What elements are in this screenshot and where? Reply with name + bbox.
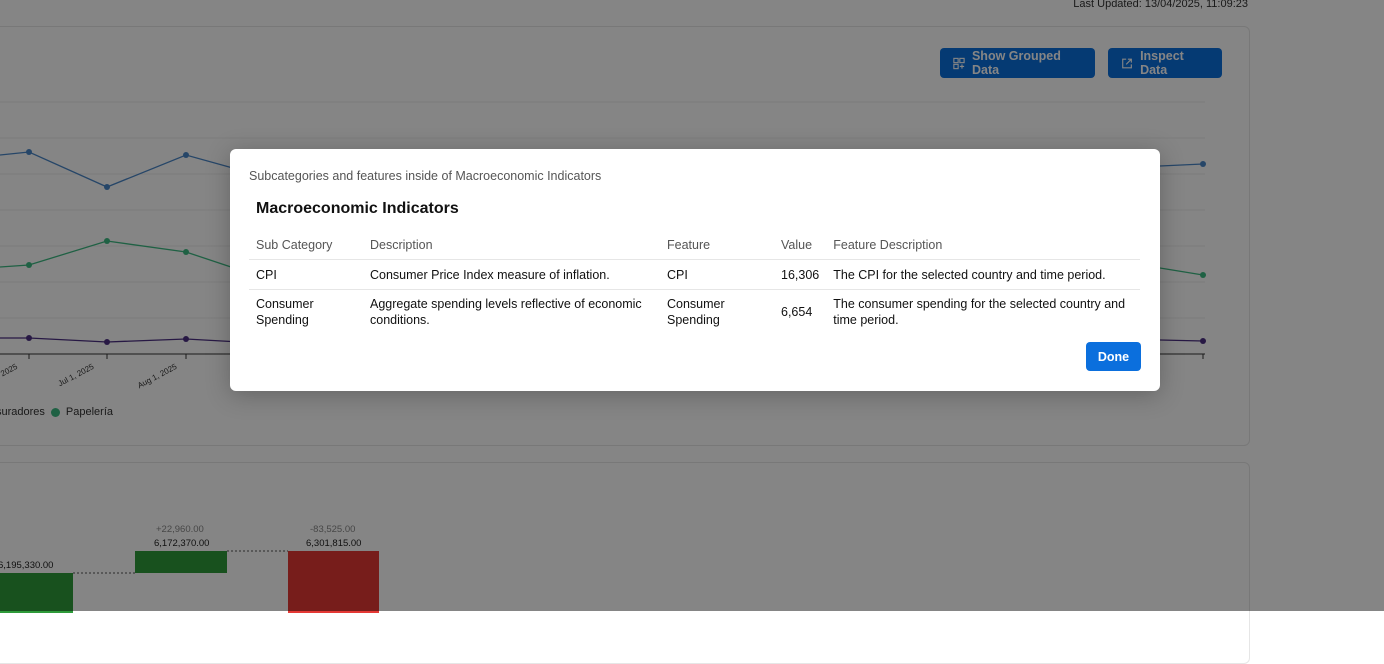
column-header: Description <box>363 233 660 260</box>
done-button[interactable]: Done <box>1086 342 1141 371</box>
column-header: Value <box>774 233 827 260</box>
modal-subtitle: Subcategories and features inside of Mac… <box>249 169 602 183</box>
subcategories-table: Sub Category Description Feature Value F… <box>249 233 1140 334</box>
table-row: CPI Consumer Price Index measure of infl… <box>249 259 1140 290</box>
cell-description: Consumer Price Index measure of inflatio… <box>363 259 660 290</box>
column-header: Feature Description <box>826 233 1140 260</box>
modal-title: Macroeconomic Indicators <box>256 200 459 217</box>
column-header: Sub Category <box>249 233 363 260</box>
cell-sub-category: CPI <box>249 259 363 290</box>
subcategories-modal: Subcategories and features inside of Mac… <box>230 149 1160 391</box>
cell-feature: Consumer Spending <box>667 297 725 327</box>
cell-feature-description: The consumer spending for the selected c… <box>833 297 1126 327</box>
column-header: Feature <box>660 233 774 260</box>
cell-feature-description: The CPI for the selected country and tim… <box>826 259 1140 290</box>
cell-sub-category: Consumer Spending <box>256 297 314 327</box>
table-row: Consumer Spending Aggregate spending lev… <box>249 290 1140 335</box>
cell-value: 16,306 <box>774 259 827 290</box>
cell-feature: CPI <box>660 259 774 290</box>
cell-value: 6,654 <box>781 305 813 319</box>
table-header-row: Sub Category Description Feature Value F… <box>249 233 1140 260</box>
cell-description: Aggregate spending levels reflective of … <box>370 297 642 327</box>
